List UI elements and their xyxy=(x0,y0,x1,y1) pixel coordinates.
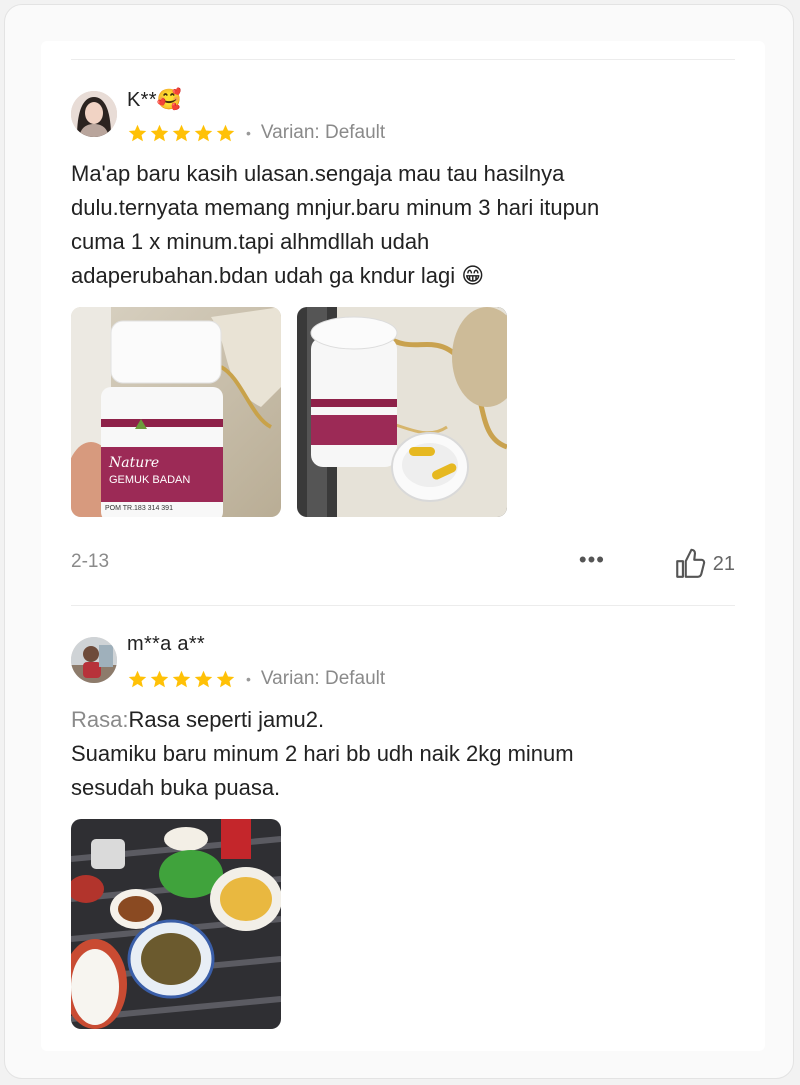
separator-dot: • xyxy=(246,125,251,141)
star-icon xyxy=(172,124,191,141)
star-rating xyxy=(127,669,236,690)
review-text: Ma'ap baru kasih ulasan.sengaja mau tau … xyxy=(71,157,599,293)
review-text-line: Ma'ap baru kasih ulasan.sengaja mau tau … xyxy=(71,161,565,186)
avatar[interactable] xyxy=(71,91,117,137)
star-icon xyxy=(194,124,213,141)
star-rating xyxy=(127,123,236,144)
star-icon xyxy=(150,670,169,687)
rating-row: • Varian: Default xyxy=(127,121,385,145)
review-text-line: sesudah buka puasa. xyxy=(71,775,281,800)
like-button[interactable]: 21 xyxy=(673,547,735,581)
product-pom-text: POM TR.183 314 391 xyxy=(105,505,173,512)
more-icon[interactable]: ••• xyxy=(579,547,605,573)
star-icon xyxy=(128,670,147,687)
like-count: 21 xyxy=(712,552,735,575)
review-date: 2-13 xyxy=(71,551,110,572)
top-divider xyxy=(71,59,735,60)
screenshot-frame: K**🥰 • Varian: Default Ma'ap baru kasih … xyxy=(4,4,794,1079)
review-photo[interactable]: Nature GEMUK BADAN POM TR.183 314 391 xyxy=(71,307,281,517)
review-text-line: Suamiku baru minum 2 hari bb udh naik 2k… xyxy=(71,741,574,766)
star-icon xyxy=(194,670,213,687)
variant-label: Varian: Default xyxy=(260,122,386,143)
rating-row: • Varian: Default xyxy=(127,667,385,691)
star-icon xyxy=(216,124,235,141)
review-meta: 2-13 ••• 21 xyxy=(71,547,735,578)
review-photo[interactable] xyxy=(71,819,281,1029)
username: K**🥰 xyxy=(127,89,183,111)
review-item: m**a a** • Varian: Default Rasa:Rasa sep… xyxy=(71,631,735,1051)
review-text-line: cuma 1 x minum.tapi alhmdllah udah xyxy=(71,229,430,254)
star-icon xyxy=(216,670,235,687)
star-icon xyxy=(172,670,191,687)
product-brand-text: Nature xyxy=(108,455,159,471)
thumbs-up-icon xyxy=(675,548,705,578)
review-divider xyxy=(71,605,735,606)
product-name-text: GEMUK BADAN xyxy=(109,474,190,486)
rasa-value: Rasa seperti jamu2. xyxy=(128,707,325,732)
review-text: Rasa:Rasa seperti jamu2. Suamiku baru mi… xyxy=(71,703,574,805)
review-card: K**🥰 • Varian: Default Ma'ap baru kasih … xyxy=(41,41,765,1051)
username: m**a a** xyxy=(127,633,205,655)
review-photo[interactable] xyxy=(297,307,507,517)
review-text-line: Rasa:Rasa seperti jamu2. xyxy=(71,703,574,737)
star-icon xyxy=(128,124,147,141)
review-item: K**🥰 • Varian: Default Ma'ap baru kasih … xyxy=(71,85,735,585)
review-text-line: dulu.ternyata memang mnjur.baru minum 3 … xyxy=(71,195,600,220)
review-text-line: adaperubahan.bdan udah ga kndur lagi 😁 xyxy=(71,263,485,288)
separator-dot: • xyxy=(246,671,251,687)
variant-label: Varian: Default xyxy=(260,668,386,689)
avatar[interactable] xyxy=(71,637,117,683)
star-icon xyxy=(150,124,169,141)
rasa-label: Rasa: xyxy=(71,707,129,732)
